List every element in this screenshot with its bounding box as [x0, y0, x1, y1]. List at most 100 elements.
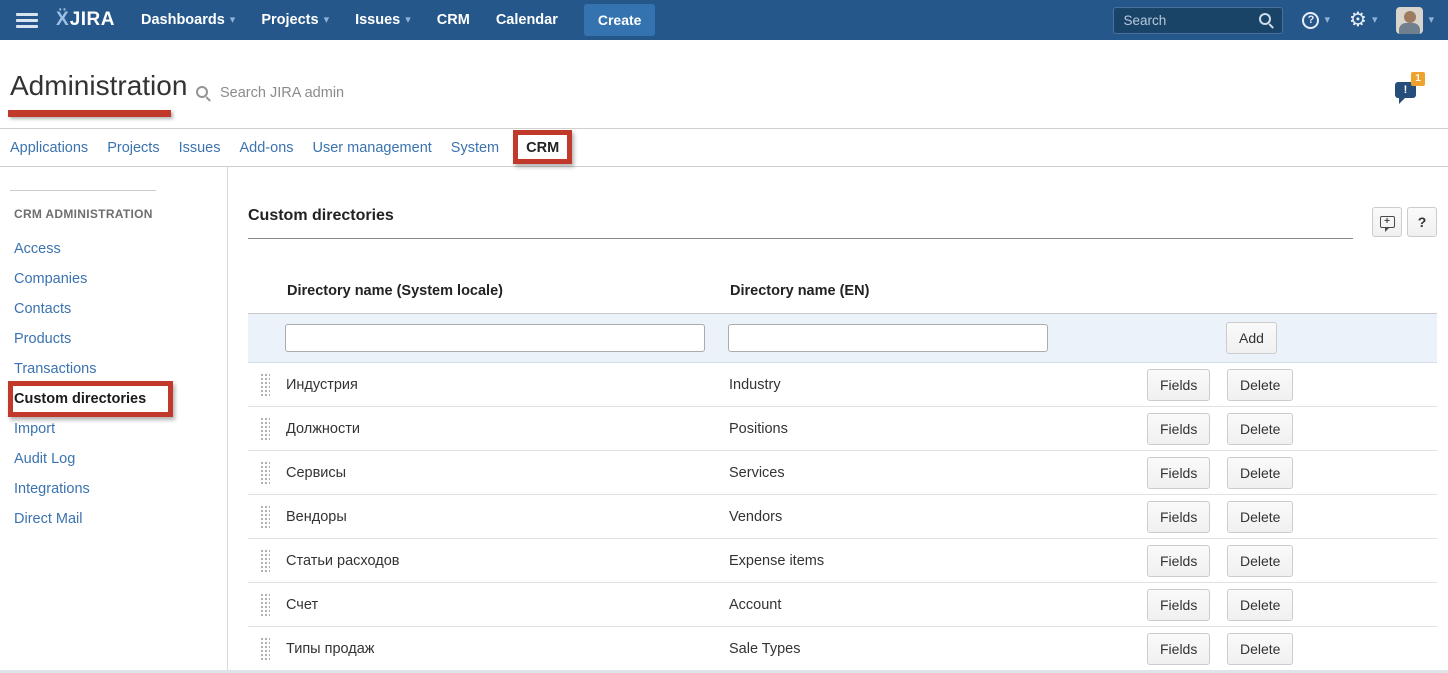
directory-name-local: Вендоры: [285, 495, 728, 539]
directory-name-local: Статьи расходов: [285, 539, 728, 583]
sidebar-item-contacts[interactable]: Contacts: [0, 294, 227, 324]
create-button[interactable]: Create: [584, 4, 656, 36]
chevron-down-icon: ▾: [1324, 15, 1330, 26]
tab-crm[interactable]: CRM: [526, 140, 559, 156]
directory-name-local: Типы продаж: [285, 627, 728, 671]
admin-search-input[interactable]: [218, 84, 438, 102]
table-row: Типы продаж Sale Types Fields Delete: [248, 627, 1437, 671]
chevron-down-icon: ▾: [405, 15, 411, 26]
help-menu[interactable]: ? ▾: [1302, 12, 1330, 29]
fields-button[interactable]: Fields: [1147, 457, 1210, 489]
new-directory-local-input[interactable]: [285, 324, 705, 352]
tab-projects[interactable]: Projects: [107, 140, 159, 156]
directory-name-en: Account: [728, 583, 1146, 627]
avatar: [1396, 7, 1423, 34]
new-directory-en-input[interactable]: [728, 324, 1048, 352]
sidebar-item-access[interactable]: Access: [0, 234, 227, 264]
add-button[interactable]: Add: [1226, 322, 1277, 354]
delete-button[interactable]: Delete: [1227, 369, 1293, 401]
hamburger-menu-icon[interactable]: [16, 13, 38, 28]
directory-name-local: Сервисы: [285, 451, 728, 495]
feedback-button[interactable]: +: [1372, 207, 1402, 237]
delete-button[interactable]: Delete: [1227, 501, 1293, 533]
feedback-bubble-plus-icon: +: [1380, 216, 1395, 228]
sidebar-item-transactions[interactable]: Transactions: [0, 354, 227, 384]
navbar-search: [1113, 7, 1283, 34]
sidebar-item-companies[interactable]: Companies: [0, 264, 227, 294]
chevron-down-icon: ▾: [1372, 15, 1378, 26]
delete-button[interactable]: Delete: [1227, 589, 1293, 621]
directory-name-local: Счет: [285, 583, 728, 627]
fields-button[interactable]: Fields: [1147, 633, 1210, 665]
admin-gear-menu[interactable]: ⚙ ▾: [1349, 10, 1377, 30]
chevron-down-icon: ▾: [324, 15, 330, 26]
chevron-down-icon: ▾: [230, 15, 236, 26]
nav-item-projects[interactable]: Projects▾: [261, 12, 329, 28]
column-header-local: Directory name (System locale): [285, 273, 728, 314]
navbar-search-input[interactable]: [1113, 7, 1283, 34]
fields-button[interactable]: Fields: [1147, 545, 1210, 577]
tab-applications[interactable]: Applications: [10, 140, 88, 156]
help-button[interactable]: ?: [1407, 207, 1437, 237]
tab-addons[interactable]: Add-ons: [240, 140, 294, 156]
directory-name-en: Services: [728, 451, 1146, 495]
sidebar-item-direct-mail[interactable]: Direct Mail: [0, 504, 227, 534]
main-menu: Dashboards▾ Projects▾ Issues▾ CRM Calend…: [141, 12, 584, 28]
delete-button[interactable]: Delete: [1227, 633, 1293, 665]
crm-admin-sidebar: CRM ADMINISTRATION Access Companies Cont…: [0, 167, 228, 672]
table-row: Должности Positions Fields Delete: [248, 407, 1437, 451]
drag-handle-icon[interactable]: [259, 504, 270, 529]
search-icon[interactable]: [1259, 13, 1274, 28]
jira-logo[interactable]: Ẍ JIRA: [56, 9, 115, 31]
chevron-down-icon: ▾: [1428, 15, 1434, 26]
sidebar-divider: [10, 190, 156, 191]
directory-name-en: Positions: [728, 407, 1146, 451]
admin-search: [196, 84, 438, 102]
drag-handle-icon[interactable]: [259, 548, 270, 573]
fields-button[interactable]: Fields: [1147, 369, 1210, 401]
sidebar-item-integrations[interactable]: Integrations: [0, 474, 227, 504]
table-row: Статьи расходов Expense items Fields Del…: [248, 539, 1437, 583]
delete-button[interactable]: Delete: [1227, 413, 1293, 445]
notification-icon[interactable]: ! 1: [1395, 78, 1421, 102]
nav-item-dashboards[interactable]: Dashboards▾: [141, 12, 235, 28]
page-title: Administration: [10, 70, 187, 102]
drag-handle-icon[interactable]: [259, 592, 270, 617]
drag-handle-icon[interactable]: [259, 416, 270, 441]
directory-name-en: Vendors: [728, 495, 1146, 539]
drag-handle-icon[interactable]: [259, 636, 270, 661]
nav-item-calendar[interactable]: Calendar: [496, 12, 558, 28]
fields-button[interactable]: Fields: [1147, 501, 1210, 533]
nav-item-issues[interactable]: Issues▾: [355, 12, 411, 28]
column-header-en: Directory name (EN): [728, 273, 1146, 314]
tab-system[interactable]: System: [451, 140, 499, 156]
directory-name-local: Должности: [285, 407, 728, 451]
annotation-underline-administration: [8, 110, 171, 117]
fields-button[interactable]: Fields: [1147, 589, 1210, 621]
admin-tabs: Applications Projects Issues Add-ons Use…: [0, 129, 1448, 167]
jira-logo-icon: Ẍ: [56, 9, 69, 31]
user-menu[interactable]: ▾: [1396, 7, 1434, 34]
gear-icon: ⚙: [1349, 10, 1367, 30]
sidebar-item-audit-log[interactable]: Audit Log: [0, 444, 227, 474]
top-navbar: Ẍ JIRA Dashboards▾ Projects▾ Issues▾ CRM…: [0, 0, 1448, 40]
sidebar-item-import[interactable]: Import: [0, 414, 227, 444]
jira-logo-text: JIRA: [70, 9, 115, 31]
tab-issues[interactable]: Issues: [179, 140, 221, 156]
nav-item-crm[interactable]: CRM: [437, 12, 470, 28]
fields-button[interactable]: Fields: [1147, 413, 1210, 445]
directory-name-en: Sale Types: [728, 627, 1146, 671]
drag-handle-icon[interactable]: [259, 372, 270, 397]
delete-button[interactable]: Delete: [1227, 545, 1293, 577]
drag-handle-icon[interactable]: [259, 460, 270, 485]
admin-header: Administration ! 1: [0, 40, 1448, 129]
directory-name-local: Индустрия: [285, 363, 728, 407]
tab-user-management[interactable]: User management: [313, 140, 432, 156]
table-row: Вендоры Vendors Fields Delete: [248, 495, 1437, 539]
delete-button[interactable]: Delete: [1227, 457, 1293, 489]
notification-badge: 1: [1411, 72, 1425, 86]
directories-table: Directory name (System locale) Directory…: [248, 273, 1437, 671]
sidebar-item-products[interactable]: Products: [0, 324, 227, 354]
sidebar-item-custom-directories[interactable]: Custom directories: [0, 384, 227, 414]
directory-name-en: Expense items: [728, 539, 1146, 583]
